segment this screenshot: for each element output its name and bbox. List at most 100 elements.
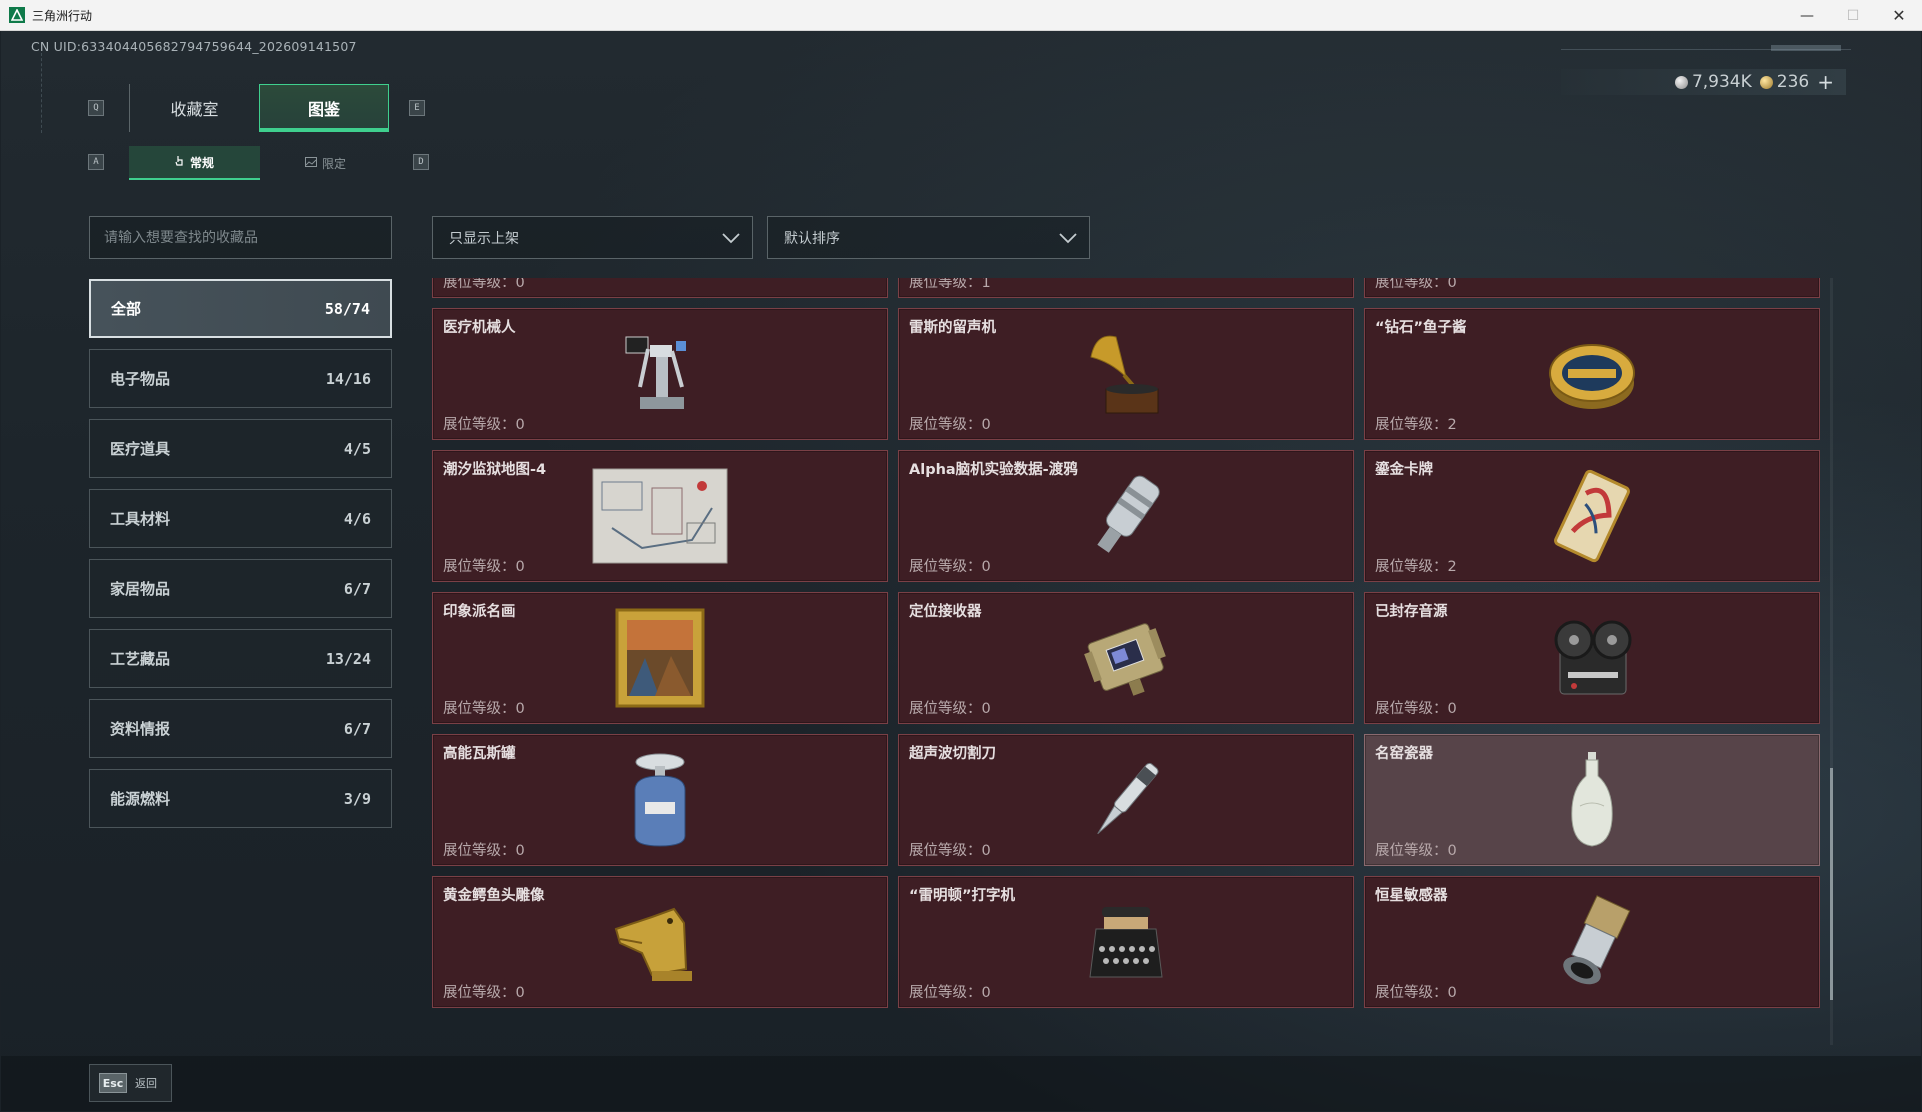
esc-key-hint: Esc [99, 1073, 127, 1093]
item-name: 定位接收器 [909, 604, 982, 620]
close-button[interactable]: ✕ [1876, 0, 1922, 31]
chevron-down-icon [1059, 232, 1077, 243]
display-filter-dropdown[interactable]: 只显示上架 [432, 216, 753, 259]
main-tabs: 收藏室 图鉴 [129, 84, 389, 132]
item-name: 高能瓦斯罐 [443, 746, 516, 762]
item-name: 已封存音源 [1375, 604, 1448, 620]
item-name: 名窑瓷器 [1375, 746, 1433, 762]
item-card[interactable]: 名窑瓷器 展位等级：0 [1364, 734, 1820, 866]
add-currency-button[interactable]: + [1817, 70, 1834, 94]
item-level: 展位等级：0 [909, 843, 991, 859]
item-card[interactable]: 展位等级：1 [898, 278, 1354, 298]
search-box [89, 216, 392, 259]
minimize-button[interactable]: — [1784, 0, 1830, 31]
back-label: 返回 [135, 1077, 157, 1090]
item-name: 超声波切割刀 [909, 746, 996, 762]
sort-dropdown[interactable]: 默认排序 [767, 216, 1090, 259]
porcelain-vase-icon [1537, 745, 1647, 855]
category-crafts[interactable]: 工艺藏品 13/24 [89, 629, 392, 688]
item-card[interactable]: 雷斯的留声机 展位等级：0 [898, 308, 1354, 440]
item-card[interactable]: 潮汐监狱地图-4 展位等级：0 [432, 450, 888, 582]
item-card[interactable]: 展位等级：0 [432, 278, 888, 298]
data-device-icon [1071, 461, 1181, 571]
category-medical[interactable]: 医疗道具 4/5 [89, 419, 392, 478]
back-button[interactable]: Esc 返回 [89, 1064, 172, 1102]
item-card[interactable]: 展位等级：0 [1364, 278, 1820, 298]
caviar-tin-icon [1537, 319, 1647, 429]
silver-currency-value: 7,934K [1691, 72, 1752, 92]
item-level: 展位等级：0 [443, 701, 525, 717]
item-card[interactable]: 医疗机械人 展位等级：0 [432, 308, 888, 440]
maximize-button[interactable]: ☐ [1830, 0, 1876, 31]
item-name: 印象派名画 [443, 604, 516, 620]
item-card[interactable]: 高能瓦斯罐 展位等级：0 [432, 734, 888, 866]
tab-codex[interactable]: 图鉴 [259, 84, 389, 132]
category-count: 4/5 [343, 439, 371, 458]
subtab-limited[interactable]: 限定 [260, 146, 391, 180]
category-electronics[interactable]: 电子物品 14/16 [89, 349, 392, 408]
image-icon [304, 156, 317, 170]
item-name: “钻石”鱼子酱 [1375, 320, 1467, 336]
sub-tabs: 常规 限定 [129, 146, 391, 180]
item-level: 展位等级：0 [909, 701, 991, 717]
category-label: 全部 [111, 300, 142, 318]
gold-currency-value: 236 [1776, 72, 1810, 92]
bottom-bar [1, 1056, 1921, 1111]
medical-robot-icon [605, 319, 715, 429]
category-count: 4/6 [343, 509, 371, 528]
reel-recorder-icon [1537, 603, 1647, 713]
item-level: 展位等级：0 [443, 417, 525, 433]
category-count: 6/7 [343, 579, 371, 598]
item-name: 雷斯的留声机 [909, 320, 996, 336]
item-card[interactable]: 印象派名画 展位等级：0 [432, 592, 888, 724]
window-titlebar: 三角洲行动 — ☐ ✕ [0, 0, 1922, 31]
item-level: 展位等级：0 [909, 417, 991, 433]
silver-currency: 7,934K [1674, 72, 1752, 92]
map-icon [590, 461, 730, 571]
item-name: 黄金鳄鱼头雕像 [443, 888, 545, 904]
category-household[interactable]: 家居物品 6/7 [89, 559, 392, 618]
hand-icon [175, 155, 185, 170]
item-card[interactable]: 恒星敏感器 展位等级：0 [1364, 876, 1820, 1008]
sort-value: 默认排序 [784, 230, 840, 247]
key-hint-q[interactable]: Q [88, 100, 104, 116]
key-hint-e[interactable]: E [409, 100, 425, 116]
item-level: 展位等级：0 [1375, 985, 1457, 1001]
subtab-regular-label: 常规 [189, 155, 214, 170]
item-name: Alpha脑机实验数据-渡鸦 [909, 462, 1078, 478]
category-label: 工艺藏品 [110, 650, 171, 668]
key-hint-d[interactable]: D [413, 154, 429, 170]
item-card[interactable]: Alpha脑机实验数据-渡鸦 展位等级：0 [898, 450, 1354, 582]
display-filter-value: 只显示上架 [449, 230, 519, 247]
app-logo-icon [9, 7, 25, 23]
item-card[interactable]: “雷明顿”打字机 展位等级：0 [898, 876, 1354, 1008]
category-tools[interactable]: 工具材料 4/6 [89, 489, 392, 548]
item-name: 医疗机械人 [443, 320, 516, 336]
item-card[interactable]: “钻石”鱼子酱 展位等级：2 [1364, 308, 1820, 440]
category-all[interactable]: 全部 58/74 [89, 279, 392, 338]
subtab-regular[interactable]: 常规 [129, 146, 260, 180]
item-card[interactable]: 已封存音源 展位等级：0 [1364, 592, 1820, 724]
key-hint-a[interactable]: A [88, 154, 104, 170]
category-fuel[interactable]: 能源燃料 3/9 [89, 769, 392, 828]
silver-coin-icon [1674, 75, 1688, 89]
item-card[interactable]: 定位接收器 展位等级：0 [898, 592, 1354, 724]
item-level: 展位等级：0 [1375, 701, 1457, 717]
gilded-card-icon [1537, 461, 1647, 571]
category-intel[interactable]: 资料情报 6/7 [89, 699, 392, 758]
item-level: 展位等级：0 [443, 278, 525, 291]
item-level: 展位等级：0 [443, 843, 525, 859]
item-level: 展位等级：0 [909, 559, 991, 575]
decorative-frame [41, 53, 121, 133]
category-count: 3/9 [343, 789, 371, 808]
search-input[interactable] [104, 229, 391, 246]
decorative-mark [1771, 45, 1841, 51]
item-card[interactable]: 超声波切割刀 展位等级：0 [898, 734, 1354, 866]
item-level: 展位等级：0 [443, 985, 525, 1001]
category-label: 家居物品 [110, 580, 171, 598]
item-card[interactable]: 黄金鳄鱼头雕像 展位等级：0 [432, 876, 888, 1008]
grid-scrollbar-thumb[interactable] [1830, 768, 1833, 1000]
tab-collection-room[interactable]: 收藏室 [129, 84, 259, 132]
item-card[interactable]: 鎏金卡牌 展位等级：2 [1364, 450, 1820, 582]
category-count: 13/24 [325, 649, 371, 668]
